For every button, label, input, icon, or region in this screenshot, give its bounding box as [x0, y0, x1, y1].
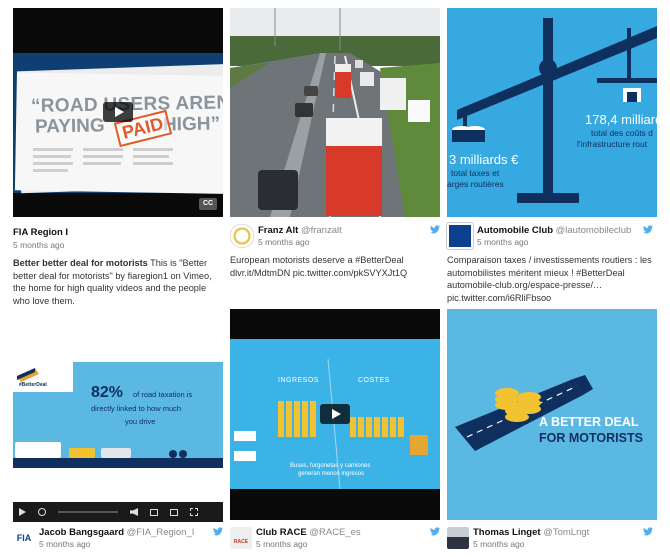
post-meta-fia: FIA Region I 5 months ago Better better …: [13, 225, 223, 307]
avatar[interactable]: [447, 223, 473, 249]
video-controls: [13, 502, 223, 522]
label-ingresos: INGRESOS: [278, 377, 319, 384]
stat-line-3: you drive: [125, 417, 156, 426]
progress-bar[interactable]: [58, 511, 118, 513]
left-amount: 3 milliards €: [449, 152, 519, 167]
airplay-icon[interactable]: [150, 508, 158, 516]
avatar[interactable]: RACE: [230, 527, 252, 549]
twitter-bird-icon[interactable]: [643, 527, 653, 536]
vehicles-illustration: [13, 362, 223, 468]
replay-icon[interactable]: [38, 508, 46, 516]
author-handle[interactable]: @RACE_es: [309, 527, 360, 538]
timestamp: 5 months ago: [13, 240, 65, 250]
timestamp: 5 months ago: [473, 539, 525, 549]
twitter-bird-icon[interactable]: [430, 527, 440, 536]
post-meta-franzalt: Franz Alt @franzalt 5 months ago Europea…: [230, 224, 440, 279]
post-meta-race: RACE Club RACE @RACE_es 5 months ago: [230, 527, 440, 549]
caption-line-2: generan menos ingresos: [298, 471, 365, 477]
post-meta-jacob: FIA Jacob Bangsgaard @FIA_Region_I 5 mon…: [13, 527, 223, 549]
post-meta-thomas: Thomas Linget @TomLngt 5 months ago: [447, 527, 657, 549]
timestamp: 5 months ago: [477, 237, 529, 247]
author-handle[interactable]: @FIA_Region_I: [127, 527, 195, 538]
headline-line2: PAYING: [34, 115, 105, 138]
right-caption-1: total des coûts d: [591, 128, 653, 138]
post-meta-automobileclub: Automobile Club @lautomobileclub 5 month…: [447, 223, 657, 304]
post-text: European motorists deserve a #BetterDeal…: [230, 255, 408, 278]
left-caption-1: total taxes et: [451, 168, 500, 178]
traffic-jam-image: [230, 8, 440, 217]
author-handle[interactable]: @lautomobileclub: [556, 225, 632, 236]
author-handle[interactable]: @TomLngt: [543, 527, 589, 538]
better-deal-poster[interactable]: A BETTER DEAL FOR MOTORISTS: [447, 309, 657, 520]
avatar[interactable]: FIA: [13, 527, 35, 549]
twitter-bird-icon[interactable]: [213, 527, 223, 536]
caption-line-1: Buses, furgonetas y camiones: [290, 463, 371, 469]
timestamp: 5 months ago: [256, 539, 308, 549]
play-button[interactable]: [320, 404, 350, 424]
right-amount: 178,4 milliard: [585, 112, 657, 127]
slogan-line-1: A BETTER DEAL: [539, 415, 639, 429]
author-name[interactable]: Club RACE: [256, 527, 307, 538]
avatar[interactable]: [447, 527, 469, 549]
play-button[interactable]: [103, 102, 133, 122]
twitter-bird-icon[interactable]: [430, 225, 440, 234]
volume-icon[interactable]: [130, 508, 138, 516]
post-text: Better better deal for motorists This is…: [13, 258, 212, 306]
tagline-tag: #BetterDeal: [19, 382, 47, 388]
timestamp: 5 months ago: [39, 539, 91, 549]
fullscreen-icon[interactable]: [190, 508, 198, 516]
right-caption-2: l'infrastructure rout: [577, 139, 648, 149]
cast-icon[interactable]: [170, 508, 178, 516]
scale-infographic[interactable]: 3 milliards € total taxes et arges routi…: [447, 8, 657, 217]
author-name[interactable]: Franz Alt: [258, 225, 298, 236]
stat-line-2: directly linked to how much: [91, 404, 182, 413]
post-text: Comparaison taxes / investissements rout…: [447, 255, 652, 303]
video-frame: #BetterDeal 82% of road taxation is dire…: [13, 362, 223, 468]
video-player-82-percent[interactable]: #BetterDeal 82% of road taxation is dire…: [13, 362, 223, 522]
highway-photo[interactable]: [230, 8, 440, 217]
avatar[interactable]: [230, 224, 254, 248]
percent-stat: 82%: [91, 384, 124, 401]
timestamp: 5 months ago: [258, 237, 310, 247]
twitter-bird-icon[interactable]: [643, 225, 653, 234]
left-caption-2: arges routières: [447, 179, 504, 189]
author-name[interactable]: FIA Region I: [13, 227, 68, 238]
video-thumbnail-fia[interactable]: “ROAD USERS AREN’T PAYING HIGH” PAID CC: [13, 8, 223, 217]
label-costes: COSTES: [358, 377, 390, 384]
slogan-line-2: FOR MOTORISTS: [539, 431, 643, 445]
stat-line-1: of road taxation is: [133, 390, 193, 399]
post-title[interactable]: Better better deal for motorists: [13, 258, 148, 268]
author-name[interactable]: Automobile Club: [477, 225, 553, 236]
video-thumbnail-race[interactable]: INGRESOS COSTES Buses, furgonetas y cami…: [230, 309, 440, 520]
closed-captions-icon[interactable]: CC: [199, 198, 217, 210]
author-name[interactable]: Thomas Linget: [473, 527, 541, 538]
author-name[interactable]: Jacob Bangsgaard: [39, 527, 124, 538]
author-handle[interactable]: @franzalt: [301, 225, 342, 236]
play-icon[interactable]: [19, 508, 26, 516]
